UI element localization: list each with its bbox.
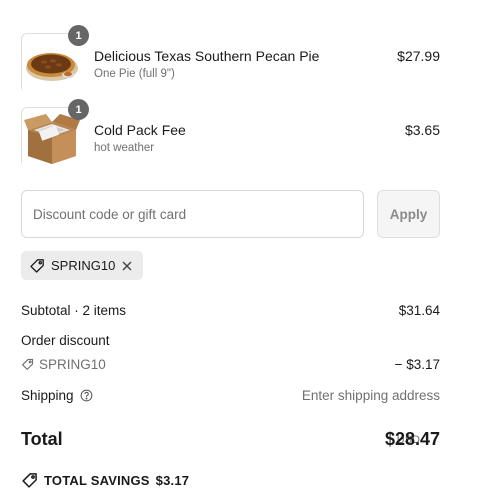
discount-value: − $3.17 — [394, 357, 440, 372]
shipping-value: Enter shipping address — [301, 388, 440, 403]
quantity-badge: 1 — [68, 25, 89, 46]
total-savings: TOTAL SAVINGS $3.17 — [21, 472, 189, 489]
item-price: $3.65 — [404, 122, 440, 138]
tag-icon — [29, 258, 45, 274]
order-discount-label: Order discount — [21, 333, 110, 348]
item-price: $27.99 — [397, 48, 440, 64]
subtotal-row: Subtotal · 2 items $31.64 — [21, 303, 440, 318]
applied-code-label: SPRING10 — [51, 258, 116, 273]
item-variant: One Pie (full 9") — [94, 68, 175, 80]
order-discount-row: Order discount — [21, 333, 440, 348]
discount-code-row: SPRING10 − $3.17 — [21, 357, 440, 374]
savings-label: TOTAL SAVINGS — [44, 473, 150, 488]
shipping-label: Shipping — [21, 388, 74, 403]
line-item-cold-pack-fee: 1 Cold Pack Fee hot weather $3.65 — [21, 99, 440, 168]
savings-value: $3.17 — [155, 473, 190, 488]
item-name: Cold Pack Fee — [94, 122, 186, 138]
subtotal-label: Subtotal · 2 items — [21, 303, 127, 318]
help-icon[interactable] — [80, 389, 93, 402]
discount-code-label: SPRING10 — [39, 357, 106, 372]
cold-pack-box-image: 1 — [21, 99, 89, 168]
total-value: $28.47 — [384, 429, 440, 449]
line-item-pecan-pie: 1 Delicious Texas Southern Pecan Pie One… — [21, 25, 440, 94]
tag-icon — [21, 358, 34, 371]
item-name: Delicious Texas Southern Pecan Pie — [94, 48, 320, 64]
item-variant: hot weather — [94, 142, 155, 154]
shipping-row: Shipping Enter shipping address — [21, 388, 440, 403]
savings-tag-icon — [21, 472, 38, 489]
apply-button[interactable]: Apply — [377, 190, 440, 238]
subtotal-value: $31.64 — [398, 303, 440, 318]
remove-discount-icon[interactable] — [121, 260, 133, 272]
quantity-badge: 1 — [68, 99, 89, 120]
pecan-pie-image: 1 — [21, 25, 89, 94]
total-label: Total — [21, 429, 63, 449]
applied-discount-tag: SPRING10 — [21, 251, 144, 280]
discount-code-input[interactable] — [21, 190, 364, 238]
